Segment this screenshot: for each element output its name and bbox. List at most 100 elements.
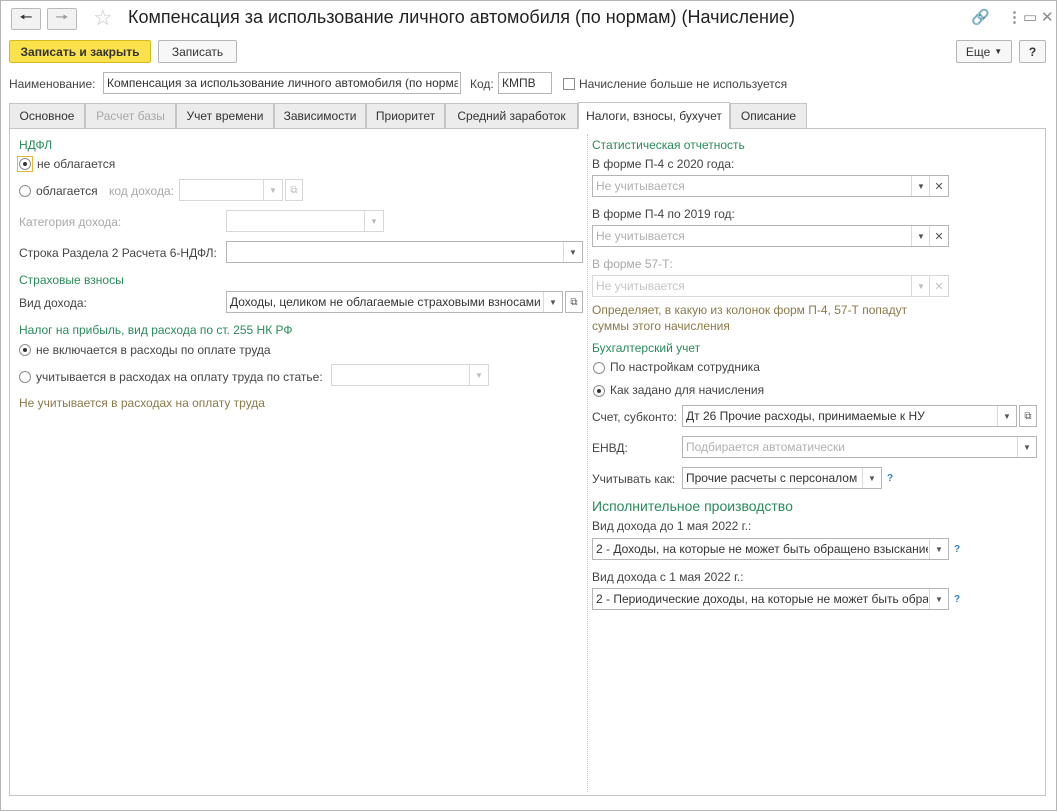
envd-label: ЕНВД: xyxy=(592,441,628,455)
acc-as-set-radio[interactable] xyxy=(593,385,605,397)
account-select[interactable]: Дт 26 Прочие расходы, принимаемые к НУ ▼ xyxy=(682,405,1017,427)
chevron-down-icon[interactable]: ▼ xyxy=(862,468,881,488)
forward-button[interactable]: 🠖 xyxy=(47,8,77,30)
account-as-value: Прочие расчеты с персоналом xyxy=(686,471,858,485)
open-icon[interactable]: ⧉ xyxy=(565,291,583,313)
profit-included-label: учитывается в расходах на оплату труда п… xyxy=(36,370,323,384)
exec-before-select[interactable]: 2 - Доходы, на которые не может быть обр… xyxy=(592,538,949,560)
tab-base-calculation[interactable]: Расчет базы xyxy=(85,103,176,128)
tab-time-accounting[interactable]: Учет времени xyxy=(176,103,274,128)
tab-average-earnings[interactable]: Средний заработок xyxy=(445,103,578,128)
profit-tax-section-title: Налог на прибыль, вид расхода по ст. 255… xyxy=(19,323,293,337)
ndfl-not-taxed-label: не облагается xyxy=(37,157,116,171)
chevron-down-icon[interactable]: ▼ xyxy=(1017,437,1036,457)
acc-as-set-label: Как задано для начисления xyxy=(610,383,765,397)
clear-icon[interactable]: ✕ xyxy=(929,226,948,246)
help-icon[interactable]: ? xyxy=(954,594,960,605)
income-type-value: Доходы, целиком не облагаемые страховыми… xyxy=(230,295,541,309)
income-code-select[interactable]: ▼ xyxy=(179,179,283,201)
arrow-right-icon: 🠖 xyxy=(55,8,69,26)
more-menu-icon[interactable]: ⋮ xyxy=(1007,8,1022,26)
code-value: КМПВ xyxy=(502,76,536,90)
more-label: Еще xyxy=(965,44,991,59)
tab-main[interactable]: Основное xyxy=(9,103,85,128)
row6-select[interactable]: ▼ xyxy=(226,241,583,263)
help-icon[interactable]: ? xyxy=(954,544,960,555)
stat-note-line2: суммы этого начисления xyxy=(592,319,730,333)
account-value: Дт 26 Прочие расходы, принимаемые к НУ xyxy=(686,409,925,423)
income-type-select[interactable]: Доходы, целиком не облагаемые страховыми… xyxy=(226,291,563,313)
income-category-label: Категория дохода: xyxy=(19,215,122,229)
tab-dependencies[interactable]: Зависимости xyxy=(274,103,366,128)
column-divider xyxy=(587,134,588,792)
account-as-select[interactable]: Прочие расчеты с персоналом ▼ xyxy=(682,467,882,489)
form-window: 🠔 🠖 ☆ Компенсация за использование лично… xyxy=(0,0,1057,811)
f57-label: В форме 57-Т: xyxy=(592,257,673,271)
acc-by-employee-radio[interactable] xyxy=(593,362,605,374)
close-icon[interactable]: ✕ xyxy=(1041,8,1054,26)
link-icon[interactable]: 🔗 xyxy=(971,8,990,26)
tab-priority[interactable]: Приоритет xyxy=(366,103,445,128)
name-input[interactable]: Компенсация за использование личного авт… xyxy=(103,72,461,94)
maximize-icon[interactable]: ▭ xyxy=(1023,8,1037,26)
income-type-label: Вид дохода: xyxy=(19,296,87,310)
ndfl-taxed-label: облагается xyxy=(36,184,98,198)
tab-description[interactable]: Описание xyxy=(730,103,807,128)
account-as-label: Учитывать как: xyxy=(592,472,676,486)
form-title: Компенсация за использование личного авт… xyxy=(128,7,796,27)
p4-2020-label: В форме П-4 с 2020 года: xyxy=(592,157,735,171)
more-button[interactable]: Еще ▼ xyxy=(956,40,1012,63)
f57-value: Не учитывается xyxy=(596,279,685,293)
income-category-select[interactable]: ▼ xyxy=(226,210,384,232)
p4-2019-select[interactable]: Не учитывается ▼ ✕ xyxy=(592,225,949,247)
profit-included-radio[interactable] xyxy=(19,371,31,383)
chevron-down-icon[interactable]: ▼ xyxy=(911,276,930,296)
unused-checkbox[interactable] xyxy=(563,78,575,90)
exec-before-label: Вид дохода до 1 мая 2022 г.: xyxy=(592,519,752,533)
chevron-down-icon[interactable]: ▼ xyxy=(929,589,948,609)
f57-select[interactable]: Не учитывается ▼ ✕ xyxy=(592,275,949,297)
exec-before-value: 2 - Доходы, на которые не может быть обр… xyxy=(596,542,928,556)
acc-by-employee-label: По настройкам сотрудника xyxy=(610,360,760,374)
profit-note: Не учитывается в расходах на оплату труд… xyxy=(19,396,265,410)
code-input[interactable]: КМПВ xyxy=(498,72,552,94)
profit-article-select[interactable]: ▼ xyxy=(331,364,489,386)
chevron-down-icon[interactable]: ▼ xyxy=(563,242,582,262)
save-button[interactable]: Записать xyxy=(158,40,237,63)
ndfl-not-taxed-radio[interactable] xyxy=(19,158,31,170)
envd-select[interactable]: Подбирается автоматически ▼ xyxy=(682,436,1037,458)
exec-after-value: 2 - Периодические доходы, на которые не … xyxy=(596,592,928,606)
stat-section-title: Статистическая отчетность xyxy=(592,138,745,152)
chevron-down-icon[interactable]: ▼ xyxy=(929,539,948,559)
profit-not-included-radio[interactable] xyxy=(19,344,31,356)
tab-taxes[interactable]: Налоги, взносы, бухучет xyxy=(578,102,730,129)
clear-icon[interactable]: ✕ xyxy=(929,176,948,196)
chevron-down-icon[interactable]: ▼ xyxy=(364,211,383,231)
save-and-close-button[interactable]: Записать и закрыть xyxy=(9,40,151,63)
account-label: Счет, субконто: xyxy=(592,410,677,424)
back-button[interactable]: 🠔 xyxy=(11,8,41,30)
open-icon[interactable]: ⧉ xyxy=(1019,405,1037,427)
p4-2020-value: Не учитывается xyxy=(596,179,685,193)
p4-2020-select[interactable]: Не учитывается ▼ ✕ xyxy=(592,175,949,197)
help-icon[interactable]: ? xyxy=(887,473,893,484)
chevron-down-icon[interactable]: ▼ xyxy=(911,226,930,246)
chevron-down-icon[interactable]: ▼ xyxy=(997,406,1016,426)
clear-icon[interactable]: ✕ xyxy=(929,276,948,296)
ndfl-taxed-radio[interactable] xyxy=(19,185,31,197)
p4-2019-label: В форме П-4 по 2019 год: xyxy=(592,207,735,221)
exec-after-select[interactable]: 2 - Периодические доходы, на которые не … xyxy=(592,588,949,610)
exec-section-title: Исполнительное производство xyxy=(592,498,793,514)
chevron-down-icon: ▼ xyxy=(994,47,1003,56)
name-value: Компенсация за использование личного авт… xyxy=(107,76,458,90)
chevron-down-icon[interactable]: ▼ xyxy=(469,365,488,385)
chevron-down-icon[interactable]: ▼ xyxy=(911,176,930,196)
ndfl-section-title: НДФЛ xyxy=(19,138,53,152)
favorite-star-icon[interactable]: ☆ xyxy=(93,5,113,31)
name-label: Наименование: xyxy=(9,77,96,91)
chevron-down-icon[interactable]: ▼ xyxy=(543,292,562,312)
p4-2019-value: Не учитывается xyxy=(596,229,685,243)
chevron-down-icon[interactable]: ▼ xyxy=(263,180,282,200)
open-icon[interactable]: ⧉ xyxy=(285,179,303,201)
help-button[interactable]: ? xyxy=(1019,40,1046,63)
